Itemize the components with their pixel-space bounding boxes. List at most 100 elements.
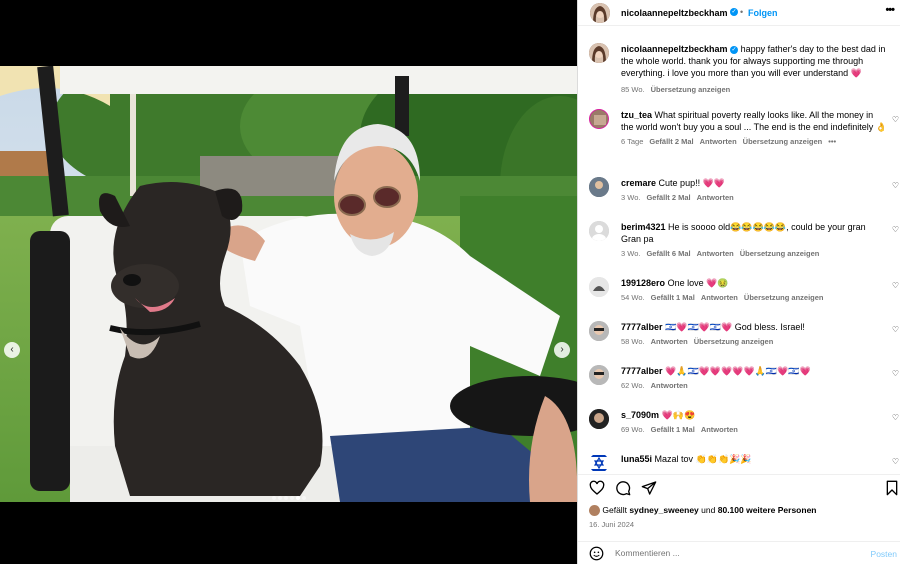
post-comment-button[interactable]: Posten: [871, 549, 897, 559]
carousel-indicator: [0, 487, 577, 502]
like-comment-heart-icon[interactable]: ♡: [892, 457, 899, 466]
comment-username[interactable]: berim4321: [621, 222, 666, 232]
reply-button[interactable]: Antworten: [700, 137, 737, 146]
comment-avatar[interactable]: [589, 177, 609, 197]
likes-prefix: Gefällt: [602, 505, 627, 515]
comment-avatar[interactable]: [589, 321, 609, 341]
like-comment-heart-icon[interactable]: ♡: [892, 281, 899, 290]
likes-count[interactable]: 80.100 weitere Personen: [718, 505, 817, 515]
like-comment-heart-icon[interactable]: ♡: [892, 181, 899, 190]
translate-button[interactable]: Übersetzung anzeigen: [743, 137, 823, 146]
comment-avatar[interactable]: [589, 277, 609, 297]
author-avatar[interactable]: [590, 3, 610, 23]
comments-list[interactable]: nicolaannepeltzbeckham ✓ happy father's …: [578, 27, 900, 471]
caption-time[interactable]: 85 Wo.: [621, 85, 645, 94]
save-bookmark-icon[interactable]: [884, 480, 900, 496]
like-comment-heart-icon[interactable]: ♡: [892, 325, 899, 334]
post-media: ‹ ›: [0, 0, 577, 564]
translate-button[interactable]: Übersetzung anzeigen: [740, 249, 820, 258]
caption-translate[interactable]: Übersetzung anzeigen: [651, 85, 731, 94]
reply-button[interactable]: Antworten: [697, 249, 734, 258]
liker-avatar[interactable]: [589, 505, 600, 517]
reply-button[interactable]: Antworten: [651, 381, 688, 390]
comment-username[interactable]: 7777alber: [621, 322, 663, 332]
like-comment-heart-icon[interactable]: ♡: [892, 369, 899, 378]
comment-text: What spiritual poverty really looks like…: [621, 110, 887, 132]
reply-button[interactable]: Antworten: [701, 425, 738, 434]
comment-likes[interactable]: Gefällt 1 Mal: [651, 425, 695, 434]
comment-time[interactable]: 6 Tage: [621, 137, 643, 146]
comment-time[interactable]: 58 Wo.: [621, 337, 645, 346]
comment-username[interactable]: 199128ero: [621, 278, 665, 288]
carousel-dot: [283, 496, 288, 500]
comment-time[interactable]: 3 Wo.: [621, 193, 640, 202]
comment-username[interactable]: luna55i: [621, 454, 652, 464]
comment-likes[interactable]: Gefällt 6 Mal: [646, 249, 690, 258]
comment-time[interactable]: 62 Wo.: [621, 381, 645, 390]
avatar-image: [589, 277, 609, 297]
carousel-dot: [277, 496, 282, 500]
instagram-post: ‹ › nicolaannepeltzbeckham ✓ • Folgen ••…: [0, 0, 900, 564]
carousel-dot: [301, 496, 306, 500]
avatar-image: [589, 365, 609, 385]
more-options-icon[interactable]: •••: [885, 4, 895, 16]
comment-text: Cute pup!! 💗💗: [658, 178, 725, 188]
verified-badge-icon: ✓: [730, 8, 738, 16]
post-header: nicolaannepeltzbeckham ✓ • Folgen •••: [578, 0, 900, 26]
post-sidebar: nicolaannepeltzbeckham ✓ • Folgen ••• ni…: [577, 0, 900, 564]
verified-badge-icon: ✓: [730, 45, 739, 54]
like-heart-icon[interactable]: [589, 480, 605, 496]
avatar-image: [589, 177, 609, 197]
avatar-image: [589, 43, 609, 63]
comment-likes[interactable]: Gefällt 2 Mal: [649, 137, 693, 146]
comment-text: 💗🙌😍: [661, 410, 696, 420]
comment-text: 💗🙏🇮🇱💗💗💗💗💗🙏🇮🇱💗🇮🇱💗: [665, 366, 811, 376]
comment-avatar[interactable]: [589, 365, 609, 385]
likes-summary: Gefällt sydney_sweeney und 80.100 weiter…: [589, 505, 817, 517]
header-separator: •: [740, 7, 744, 17]
avatar-image: [589, 321, 609, 341]
comment-likes[interactable]: Gefällt 1 Mal: [651, 293, 695, 302]
caption-username[interactable]: nicolaannepeltzbeckham: [621, 44, 728, 54]
default-avatar-icon: [589, 221, 609, 241]
next-image-button[interactable]: ›: [554, 342, 570, 358]
caption-avatar[interactable]: [589, 43, 609, 63]
comment-username[interactable]: cremare: [621, 178, 656, 188]
comment-time[interactable]: 54 Wo.: [621, 293, 645, 302]
like-comment-heart-icon[interactable]: ♡: [892, 225, 899, 234]
carousel-dot: [271, 496, 276, 500]
follow-button[interactable]: Folgen: [748, 8, 778, 18]
like-comment-heart-icon[interactable]: ♡: [892, 115, 899, 124]
like-comment-heart-icon[interactable]: ♡: [892, 413, 899, 422]
avatar-image: [590, 110, 608, 128]
avatar-image: [589, 409, 609, 429]
comment-username[interactable]: tzu_tea: [621, 110, 652, 120]
author-username[interactable]: nicolaannepeltzbeckham: [621, 8, 728, 18]
comment-avatar[interactable]: [589, 409, 609, 429]
comment-likes[interactable]: Gefällt 2 Mal: [646, 193, 690, 202]
comment-more-icon[interactable]: •••: [828, 137, 836, 146]
translate-button[interactable]: Übersetzung anzeigen: [744, 293, 824, 302]
comment-input[interactable]: [615, 548, 835, 558]
add-comment-bar: Posten: [578, 541, 900, 564]
share-send-icon[interactable]: [641, 480, 657, 496]
comment-avatar[interactable]: [589, 109, 609, 129]
post-date[interactable]: 16. Juni 2024: [589, 520, 634, 529]
reply-button[interactable]: Antworten: [701, 293, 738, 302]
comment-username[interactable]: 7777alber: [621, 366, 663, 376]
previous-image-button[interactable]: ‹: [4, 342, 20, 358]
comment-avatar[interactable]: [589, 453, 609, 471]
comment-time[interactable]: 3 Wo.: [621, 249, 640, 258]
comment-text: 🇮🇱💗🇮🇱💗🇮🇱💗 God bless. Israel!: [665, 322, 805, 332]
reply-button[interactable]: Antworten: [697, 193, 734, 202]
comment-avatar[interactable]: [589, 221, 609, 241]
post-photo[interactable]: ‹ ›: [0, 66, 577, 502]
comment-username[interactable]: s_7090m: [621, 410, 659, 420]
avatar-image: [590, 3, 610, 23]
liker-username[interactable]: sydney_sweeney: [629, 505, 698, 515]
comment-bubble-icon[interactable]: [615, 480, 631, 496]
translate-button[interactable]: Übersetzung anzeigen: [694, 337, 774, 346]
comment-time[interactable]: 69 Wo.: [621, 425, 645, 434]
reply-button[interactable]: Antworten: [651, 337, 688, 346]
emoji-smiley-icon[interactable]: [589, 546, 604, 561]
